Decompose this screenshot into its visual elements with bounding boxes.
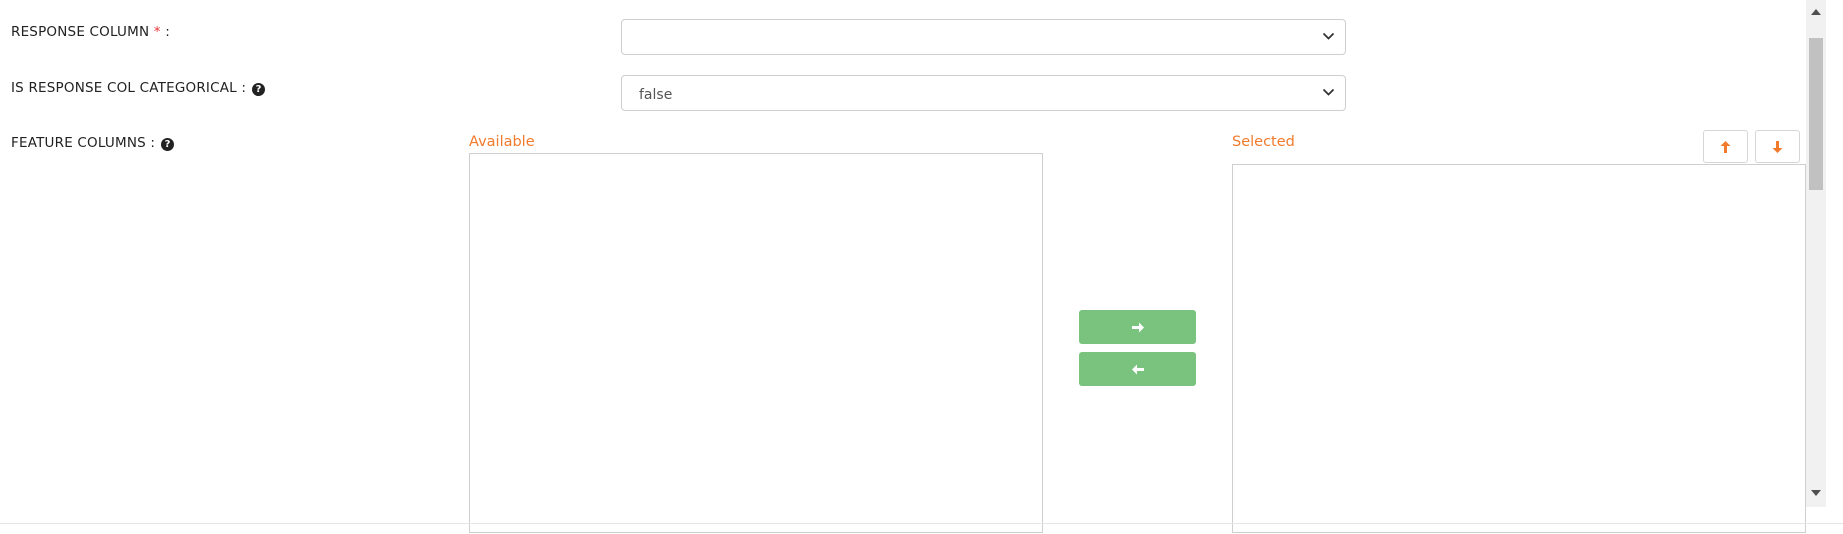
page-scrollbar[interactable] — [1806, 0, 1826, 507]
is-response-categorical-label-text: IS RESPONSE COL CATEGORICAL : — [11, 80, 247, 96]
scrollbar-thumb[interactable] — [1809, 38, 1823, 190]
move-left-button[interactable] — [1079, 352, 1196, 386]
is-response-categorical-label: IS RESPONSE COL CATEGORICAL :? — [11, 80, 266, 96]
required-mark: * — [153, 24, 161, 40]
feature-columns-label-text: FEATURE COLUMNS : — [11, 135, 156, 151]
response-column-label: RESPONSE COLUMN * : — [11, 24, 170, 40]
label-colon: : — [165, 24, 170, 40]
response-column-select[interactable] — [621, 19, 1346, 55]
bottom-divider — [0, 523, 1843, 524]
selected-list-title: Selected — [1232, 134, 1295, 150]
scroll-down-arrow-icon[interactable] — [1811, 490, 1821, 496]
available-list-title: Available — [469, 134, 535, 150]
arrow-right-icon — [1131, 322, 1144, 332]
arrow-left-icon — [1131, 364, 1144, 374]
arrow-up-icon — [1720, 140, 1731, 153]
chevron-down-icon — [1322, 32, 1335, 40]
move-right-button[interactable] — [1079, 310, 1196, 344]
chevron-down-icon — [1322, 88, 1335, 96]
is-response-categorical-select[interactable]: false — [621, 75, 1346, 111]
feature-columns-label: FEATURE COLUMNS :? — [11, 135, 175, 151]
arrow-down-icon — [1772, 140, 1783, 153]
question-circle-icon[interactable]: ? — [161, 138, 175, 151]
selected-listbox[interactable] — [1232, 164, 1806, 533]
scroll-up-arrow-icon[interactable] — [1811, 9, 1821, 15]
move-up-button[interactable] — [1703, 130, 1748, 163]
is-response-categorical-value: false — [639, 87, 673, 103]
move-down-button[interactable] — [1755, 130, 1800, 163]
available-listbox[interactable] — [469, 153, 1043, 533]
question-circle-icon[interactable]: ? — [252, 83, 266, 96]
response-column-label-text: RESPONSE COLUMN — [11, 24, 150, 40]
